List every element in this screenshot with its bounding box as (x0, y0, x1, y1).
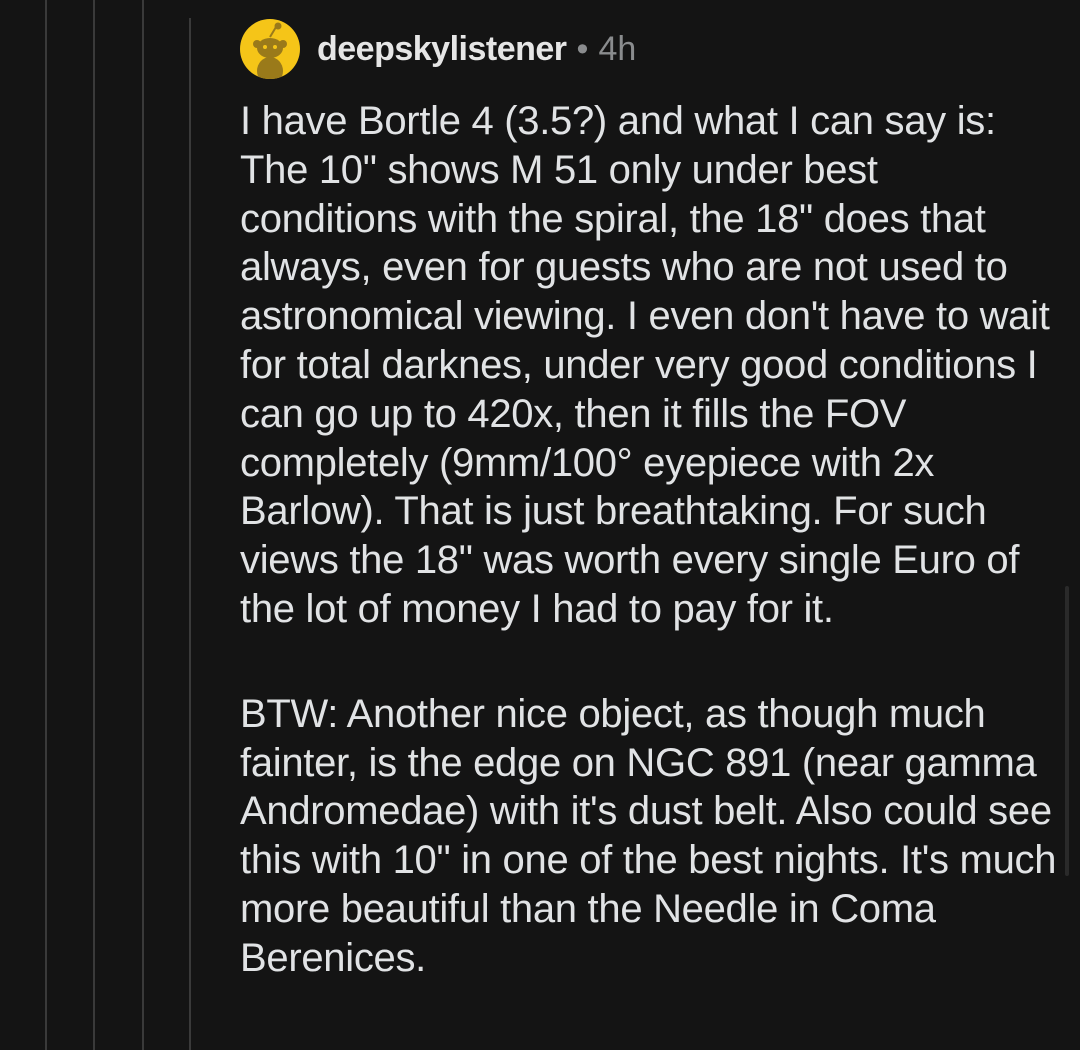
thread-line-level-3[interactable] (142, 0, 144, 1050)
username[interactable]: deepskylistener (317, 30, 567, 69)
comment: deepskylistener • 4h I have Bortle 4 (3.… (240, 18, 1062, 983)
comment-paragraph: I have Bortle 4 (3.5?) and what I can sa… (240, 99, 1061, 631)
comment-paragraph: BTW: Another nice object, as though much… (240, 691, 1068, 980)
thread-line-level-4[interactable] (189, 18, 191, 1050)
meta-separator: • (576, 29, 589, 68)
snoo-avatar-icon[interactable] (240, 19, 300, 79)
comment-age: 4h (598, 29, 637, 68)
thread-line-level-2[interactable] (93, 0, 95, 1050)
thread-line-level-1[interactable] (45, 0, 47, 1050)
comment-header: deepskylistener • 4h (240, 18, 1062, 80)
comment-body: I have Bortle 4 (3.5?) and what I can sa… (240, 97, 1062, 983)
scrollbar[interactable] (1065, 586, 1069, 876)
